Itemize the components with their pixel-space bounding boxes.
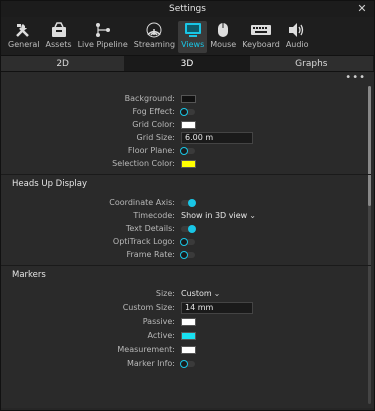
tab-graphs[interactable]: Graphs bbox=[250, 56, 374, 71]
timecode-label: Timecode: bbox=[133, 211, 175, 220]
grid-color-label: Grid Color: bbox=[132, 120, 175, 129]
keyboard-icon bbox=[250, 21, 272, 39]
passive-label: Passive: bbox=[142, 317, 175, 326]
marker-size-label: Size: bbox=[155, 289, 175, 298]
custom-size-row: Custom Size: 14 mm bbox=[1, 301, 367, 314]
text-details-toggle[interactable] bbox=[181, 224, 196, 233]
fog-effect-label: Fog Effect: bbox=[132, 107, 175, 116]
timecode-dropdown[interactable]: Show in 3D view ⌄ bbox=[181, 211, 256, 220]
grid-color-row: Grid Color: bbox=[1, 118, 367, 131]
passive-color-swatch[interactable] bbox=[181, 317, 196, 326]
toolbar-label: Assets bbox=[45, 40, 72, 49]
grid-color-swatch[interactable] bbox=[181, 120, 196, 129]
grid-size-row: Grid Size: 6.00 m bbox=[1, 131, 367, 144]
optitrack-logo-toggle[interactable] bbox=[180, 237, 195, 246]
timecode-row: Timecode: Show in 3D view ⌄ bbox=[1, 209, 367, 222]
tab-2d[interactable]: 2D bbox=[1, 56, 126, 71]
background-color-swatch[interactable] bbox=[181, 94, 196, 103]
background-label: Background: bbox=[124, 94, 175, 103]
scrollbar-thumb[interactable] bbox=[368, 86, 371, 206]
frame-rate-label: Frame Rate: bbox=[126, 250, 175, 259]
floor-plane-label: Floor Plane: bbox=[127, 146, 175, 155]
active-color-swatch[interactable] bbox=[181, 331, 196, 340]
measurement-row: Measurement: bbox=[1, 343, 367, 356]
more-options-icon[interactable]: ••• bbox=[345, 72, 366, 83]
toolbar-label: Mouse bbox=[210, 40, 237, 49]
toolbar-views[interactable]: Views bbox=[178, 21, 208, 53]
settings-window: Settings ✕ General Assets Live Pipeline bbox=[0, 0, 375, 411]
frame-rate-toggle[interactable] bbox=[180, 250, 195, 259]
marker-info-toggle[interactable] bbox=[180, 359, 195, 368]
grid-size-label: Grid Size: bbox=[136, 133, 175, 142]
toolbar-label: Keyboard bbox=[242, 40, 280, 49]
background-row: Background: bbox=[1, 92, 367, 105]
toolbar-label: Audio bbox=[285, 40, 309, 49]
pipeline-icon bbox=[94, 21, 112, 39]
settings-panel: ••• Background: Fog Effect: Grid Color: … bbox=[1, 72, 374, 408]
text-details-label: Text Details: bbox=[125, 224, 175, 233]
measurement-color-swatch[interactable] bbox=[181, 345, 196, 354]
toolbar-audio[interactable]: Audio bbox=[283, 21, 312, 53]
box-icon bbox=[50, 21, 68, 39]
floor-plane-row: Floor Plane: bbox=[1, 144, 367, 157]
text-details-row: Text Details: bbox=[1, 222, 367, 235]
coordinate-axis-row: Coordinate Axis: bbox=[1, 196, 367, 209]
timecode-value: Show in 3D view bbox=[181, 211, 248, 220]
frame-rate-row: Frame Rate: bbox=[1, 248, 367, 261]
markers-section-title: Markers bbox=[12, 270, 46, 280]
tab-3d[interactable]: 3D bbox=[125, 56, 250, 71]
optitrack-logo-label: OptiTrack Logo: bbox=[112, 237, 175, 246]
section-divider bbox=[1, 174, 371, 175]
toolbar-general[interactable]: General bbox=[5, 21, 43, 53]
marker-size-dropdown[interactable]: Custom ⌄ bbox=[181, 289, 220, 298]
optitrack-logo-row: OptiTrack Logo: bbox=[1, 235, 367, 248]
monitor-icon bbox=[183, 21, 203, 39]
toolbar-mouse[interactable]: Mouse bbox=[207, 21, 239, 53]
toolbar-keyboard[interactable]: Keyboard bbox=[239, 21, 283, 53]
custom-size-input[interactable]: 14 mm bbox=[181, 301, 253, 314]
toolbar-live-pipeline[interactable]: Live Pipeline bbox=[75, 21, 131, 53]
marker-info-row: Marker Info: bbox=[1, 357, 367, 370]
grid-size-input[interactable]: 6.00 m bbox=[181, 131, 253, 144]
marker-size-value: Custom bbox=[181, 289, 212, 298]
fog-effect-row: Fog Effect: bbox=[1, 105, 367, 118]
toolbar: General Assets Live Pipeline Streaming V… bbox=[1, 17, 374, 55]
active-label: Active: bbox=[147, 331, 175, 340]
toolbar-label: General bbox=[8, 40, 40, 49]
toolbar-label: Views bbox=[181, 40, 205, 49]
toolbar-label: Live Pipeline bbox=[77, 40, 128, 49]
section-divider bbox=[1, 265, 371, 266]
speaker-icon bbox=[287, 21, 307, 39]
selection-color-row: Selection Color: bbox=[1, 157, 367, 170]
coordinate-axis-toggle[interactable] bbox=[181, 198, 196, 207]
view-tabs: 2D 3D Graphs bbox=[1, 55, 374, 72]
marker-info-label: Marker Info: bbox=[126, 359, 175, 368]
tools-icon bbox=[14, 21, 34, 39]
passive-row: Passive: bbox=[1, 315, 367, 328]
measurement-label: Measurement: bbox=[117, 345, 175, 354]
broadcast-icon bbox=[145, 21, 163, 39]
chevron-down-icon: ⌄ bbox=[213, 289, 221, 298]
active-row: Active: bbox=[1, 329, 367, 342]
chevron-down-icon: ⌄ bbox=[249, 211, 256, 220]
custom-size-label: Custom Size: bbox=[122, 303, 175, 312]
toolbar-streaming[interactable]: Streaming bbox=[131, 21, 178, 53]
toolbar-assets[interactable]: Assets bbox=[43, 21, 75, 53]
toolbar-label: Streaming bbox=[133, 40, 176, 49]
hud-section-title: Heads Up Display bbox=[12, 179, 88, 189]
marker-size-row: Size: Custom ⌄ bbox=[1, 287, 367, 300]
fog-effect-toggle[interactable] bbox=[180, 107, 195, 116]
coordinate-axis-label: Coordinate Axis: bbox=[109, 198, 175, 207]
selection-color-label: Selection Color: bbox=[112, 159, 175, 168]
window-title: Settings bbox=[169, 4, 206, 14]
floor-plane-toggle[interactable] bbox=[180, 146, 195, 155]
selection-color-swatch[interactable] bbox=[181, 159, 196, 168]
close-icon[interactable]: ✕ bbox=[356, 3, 368, 15]
mouse-icon bbox=[215, 21, 231, 39]
title-bar: Settings ✕ bbox=[1, 1, 374, 17]
